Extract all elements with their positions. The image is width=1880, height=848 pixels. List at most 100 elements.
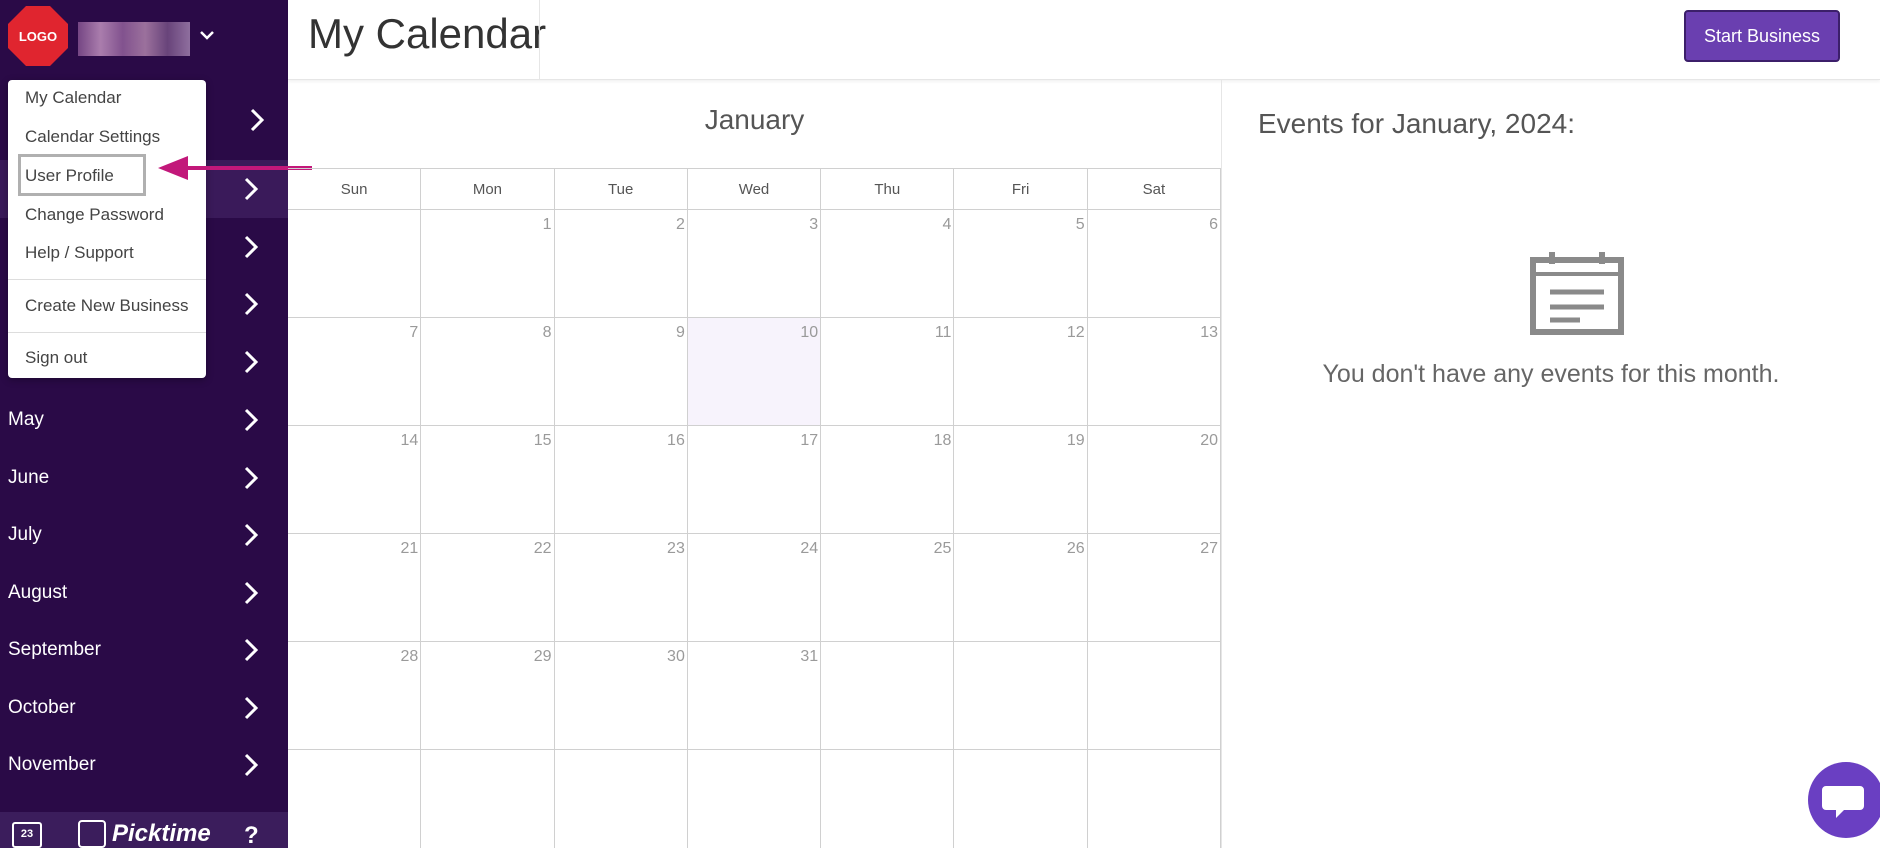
sidebar-item-may[interactable]: May xyxy=(0,392,288,448)
calendar-day-number: 23 xyxy=(667,540,685,557)
calendar-day-cell[interactable]: 17 xyxy=(687,426,822,534)
chevron-right-icon xyxy=(244,523,259,547)
calendar-day-cell[interactable]: 27 xyxy=(1087,534,1221,642)
calendar-grid: Sun Mon Tue Wed Thu Fri Sat 1 2 3 4 5 6 7 8 9 10 1… xyxy=(288,168,1221,848)
calendar-day-cell[interactable]: 3 xyxy=(687,210,822,318)
calendar-day-cell[interactable] xyxy=(821,750,955,848)
sidebar-item-label: May xyxy=(8,409,44,430)
calendar-day-cell[interactable] xyxy=(1087,642,1221,750)
calendar-day-number: 1 xyxy=(542,216,552,233)
calendar-day-cell[interactable]: 26 xyxy=(954,534,1088,642)
user-name-redacted[interactable] xyxy=(78,22,190,56)
start-business-button[interactable]: Start Business xyxy=(1684,10,1840,62)
calendar-day-cell[interactable]: 31 xyxy=(687,642,822,750)
menu-item-my-calendar[interactable]: My Calendar xyxy=(25,88,121,108)
calendar-weekday-header: Sun Mon Tue Wed Thu Fri Sat xyxy=(288,168,1221,210)
calendar-day-number: 15 xyxy=(533,432,552,449)
chevron-right-icon xyxy=(250,108,265,132)
menu-item-calendar-settings[interactable]: Calendar Settings xyxy=(25,127,160,147)
help-icon[interactable]: ? xyxy=(244,822,259,848)
brand-logo[interactable]: Picktime xyxy=(78,820,211,848)
calendar-day-number: 16 xyxy=(667,432,685,449)
sidebar-item-july[interactable]: July xyxy=(0,507,288,563)
chevron-right-icon xyxy=(244,696,259,720)
calendar-day-cell[interactable] xyxy=(421,750,555,848)
logo[interactable]: LOGO xyxy=(8,6,68,66)
calendar-day-cell[interactable] xyxy=(688,750,822,848)
calendar-day-number: 12 xyxy=(1066,324,1085,341)
calendar-day-number: 24 xyxy=(800,540,819,557)
menu-item-change-password[interactable]: Change Password xyxy=(25,205,164,225)
calendar-icon[interactable]: 23 xyxy=(12,822,42,848)
calendar-day-cell[interactable]: 13 xyxy=(1087,318,1221,426)
menu-item-create-new-business[interactable]: Create New Business xyxy=(25,296,188,316)
calendar-day-cell[interactable]: 25 xyxy=(821,534,955,642)
calendar-day-number: 26 xyxy=(1066,540,1085,557)
menu-item-help-support[interactable]: Help / Support xyxy=(25,243,134,263)
sidebar-item-june[interactable]: June xyxy=(0,450,288,506)
weekday-label: Fri xyxy=(954,169,1088,209)
calendar-day-cell[interactable]: 30 xyxy=(554,642,688,750)
calendar-day-cell[interactable]: 7 xyxy=(288,318,422,426)
chevron-down-icon[interactable] xyxy=(196,24,218,46)
calendar-day-cell[interactable]: 23 xyxy=(554,534,688,642)
calendar-day-cell[interactable] xyxy=(954,642,1088,750)
calendar-day-cell[interactable]: 6 xyxy=(1087,210,1221,318)
calendar-day-cell[interactable]: 9 xyxy=(554,318,688,426)
calendar-day-number: 13 xyxy=(1200,324,1218,341)
calendar-day-number: 4 xyxy=(942,216,952,233)
calendar-day-number: 18 xyxy=(933,432,952,449)
calendar-day-cell[interactable]: 28 xyxy=(288,642,422,750)
calendar-day-number: 9 xyxy=(675,324,685,341)
calendar-day-cell[interactable]: 15 xyxy=(421,426,555,534)
calendar-day-cell[interactable]: 20 xyxy=(1087,426,1221,534)
chat-icon xyxy=(1822,786,1864,818)
calendar-day-cell[interactable] xyxy=(954,750,1088,848)
menu-divider xyxy=(8,332,206,333)
calendar-day-cell[interactable]: 1 xyxy=(421,210,555,318)
calendar-month-title: January xyxy=(704,104,805,135)
calendar-day-cell[interactable] xyxy=(555,750,688,848)
calendar-day-cell[interactable] xyxy=(288,750,422,848)
calendar-day-cell[interactable]: 14 xyxy=(288,426,422,534)
calendar-day-cell[interactable]: 18 xyxy=(821,426,955,534)
chevron-right-icon xyxy=(244,350,259,374)
calendar-day-cell[interactable]: 12 xyxy=(954,318,1088,426)
calendar-day-number: 5 xyxy=(1075,216,1085,233)
sidebar-item-october[interactable]: October xyxy=(0,680,288,736)
calendar-day-cell[interactable]: 21 xyxy=(288,534,422,642)
sidebar-item-august[interactable]: August xyxy=(0,565,288,621)
events-divider xyxy=(1221,80,1222,848)
calendar-day-number: 6 xyxy=(1209,216,1218,233)
calendar-day-cell[interactable]: 5 xyxy=(954,210,1088,318)
calendar-day-cell[interactable]: 4 xyxy=(821,210,955,318)
calendar-day-number: 3 xyxy=(809,216,819,233)
sidebar-item-november[interactable]: November xyxy=(0,737,288,793)
user-dropdown-menu: My Calendar Calendar Settings User Profi… xyxy=(8,80,206,378)
calendar-day-cell[interactable]: 16 xyxy=(554,426,688,534)
calendar-day-number: 30 xyxy=(667,648,685,665)
calendar-day-cell[interactable] xyxy=(821,642,955,750)
calendar-day-cell[interactable]: 11 xyxy=(821,318,955,426)
calendar-day-cell[interactable] xyxy=(288,210,422,318)
event-empty-icon xyxy=(1530,252,1624,335)
calendar-day-cell[interactable]: 19 xyxy=(954,426,1088,534)
calendar-day-number: 21 xyxy=(400,540,419,557)
sidebar-item-september[interactable]: September xyxy=(0,622,288,678)
calendar-day-cell[interactable]: 24 xyxy=(687,534,822,642)
calendar-day-cell[interactable]: 8 xyxy=(421,318,555,426)
weekday-label: Thu xyxy=(821,169,955,209)
chat-button[interactable] xyxy=(1808,762,1880,838)
calendar-day-number: 14 xyxy=(400,432,419,449)
calendar-day-cell[interactable]: 2 xyxy=(554,210,688,318)
weekday-label: Sun xyxy=(288,169,422,209)
calendar-day-cell[interactable] xyxy=(1088,750,1221,848)
title-divider xyxy=(539,0,540,80)
calendar-day-number: 31 xyxy=(800,648,819,665)
calendar-day-cell[interactable]: 29 xyxy=(421,642,555,750)
weekday-label: Wed xyxy=(688,169,822,209)
calendar-day-cell[interactable]: 10 xyxy=(687,318,822,426)
calendar-day-cell[interactable]: 22 xyxy=(421,534,555,642)
menu-item-sign-out[interactable]: Sign out xyxy=(25,348,87,368)
chevron-right-icon xyxy=(244,292,259,316)
